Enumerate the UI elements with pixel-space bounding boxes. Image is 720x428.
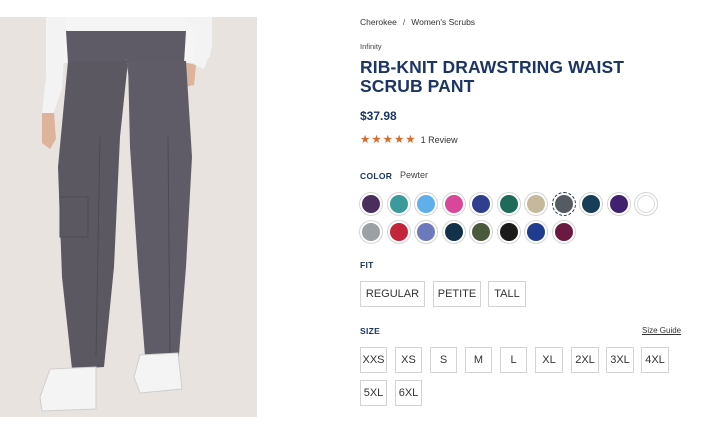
color-swatch-pewter[interactable]: [551, 192, 576, 216]
color-swatch-fill: [444, 223, 463, 241]
color-swatch-fill: [554, 195, 573, 213]
color-swatch-fill: [637, 195, 655, 213]
color-swatch-fill: [499, 195, 518, 213]
color-swatch-fill: [527, 223, 545, 241]
product-photo-illustration: [0, 17, 257, 417]
size-option-xxs[interactable]: XXS: [360, 347, 387, 373]
size-option-2xl[interactable]: 2XL: [571, 347, 599, 373]
star-icon: ★: [393, 134, 405, 146]
size-option-m[interactable]: M: [465, 347, 492, 373]
breadcrumb: Cherokee / Women's Scrubs: [360, 17, 475, 27]
size-label: SIZE: [360, 326, 381, 336]
size-option-s[interactable]: S: [430, 347, 457, 373]
color-swatch-eggplant[interactable]: [606, 192, 631, 216]
breadcrumb-item-womens-scrubs[interactable]: Women's Scrubs: [411, 17, 475, 27]
color-swatch-khaki[interactable]: [524, 192, 548, 216]
color-swatch-fill: [527, 195, 545, 213]
color-swatch-black[interactable]: [496, 220, 521, 244]
color-swatch-red[interactable]: [386, 220, 411, 244]
color-swatch-dark-navy[interactable]: [441, 220, 466, 244]
size-option-4xl[interactable]: 4XL: [641, 347, 669, 373]
color-swatch-fill: [417, 195, 435, 213]
color-swatch-pink[interactable]: [441, 192, 466, 216]
color-swatch-hunter-green[interactable]: [496, 192, 521, 216]
fit-option-petite[interactable]: PETITE: [433, 281, 481, 307]
color-label: COLOR: [360, 171, 393, 181]
star-icon: ★: [405, 134, 416, 146]
star-icon: ★: [371, 134, 382, 146]
color-swatch-grey[interactable]: [359, 220, 383, 244]
breadcrumb-item-cherokee[interactable]: Cherokee: [360, 17, 397, 27]
size-option-6xl[interactable]: 6XL: [395, 380, 422, 406]
size-option-xs[interactable]: XS: [395, 347, 422, 373]
star-icon: ★: [382, 134, 393, 146]
color-swatch-wine[interactable]: [551, 220, 576, 244]
product-image[interactable]: [0, 17, 257, 417]
color-swatch-teal[interactable]: [386, 192, 411, 216]
color-swatch-fill: [389, 223, 408, 241]
review-count-link[interactable]: 1 Review: [421, 135, 458, 145]
product-brand: Infinity: [360, 42, 382, 51]
color-swatch-fill: [389, 195, 408, 213]
size-option-l[interactable]: L: [500, 347, 527, 373]
fit-option-tall[interactable]: TALL: [488, 281, 526, 307]
color-swatch-fill: [472, 223, 490, 241]
color-swatch-royal-blue[interactable]: [469, 192, 493, 216]
size-guide-link[interactable]: Size Guide: [642, 326, 681, 335]
rating-stars: ★ ★ ★ ★ ★: [360, 134, 416, 146]
color-swatch-olive[interactable]: [469, 220, 493, 244]
fit-option-regular[interactable]: REGULAR: [360, 281, 425, 307]
color-swatch-fill: [444, 195, 463, 213]
star-icon: ★: [360, 134, 371, 146]
size-option-5xl[interactable]: 5XL: [360, 380, 387, 406]
color-swatch-fill: [417, 223, 435, 241]
color-swatch-periwinkle[interactable]: [414, 220, 438, 244]
product-rating: ★ ★ ★ ★ ★ 1 Review: [360, 134, 458, 146]
color-swatch-fill: [499, 223, 518, 241]
product-title: RIB-KNIT DRAWSTRING WAIST SCRUB PANT: [360, 57, 625, 96]
color-swatch-navy-teal[interactable]: [579, 192, 603, 216]
size-option-xl[interactable]: XL: [535, 347, 563, 373]
breadcrumb-separator: /: [402, 17, 406, 27]
color-swatch-fill: [609, 195, 628, 213]
color-swatch-white[interactable]: [634, 192, 658, 216]
color-swatch-fill: [362, 223, 380, 241]
color-swatch-fill: [362, 195, 380, 213]
color-swatch-purple[interactable]: [359, 192, 383, 216]
color-swatch-sky-blue[interactable]: [414, 192, 438, 216]
size-option-3xl[interactable]: 3XL: [606, 347, 634, 373]
color-swatch-fill: [582, 195, 600, 213]
color-swatch-blue[interactable]: [524, 220, 548, 244]
product-price: $37.98: [360, 109, 397, 123]
selected-color-value: Pewter: [400, 170, 429, 180]
fit-label: FIT: [360, 260, 374, 270]
color-swatch-fill: [472, 195, 490, 213]
color-swatch-fill: [554, 223, 573, 241]
